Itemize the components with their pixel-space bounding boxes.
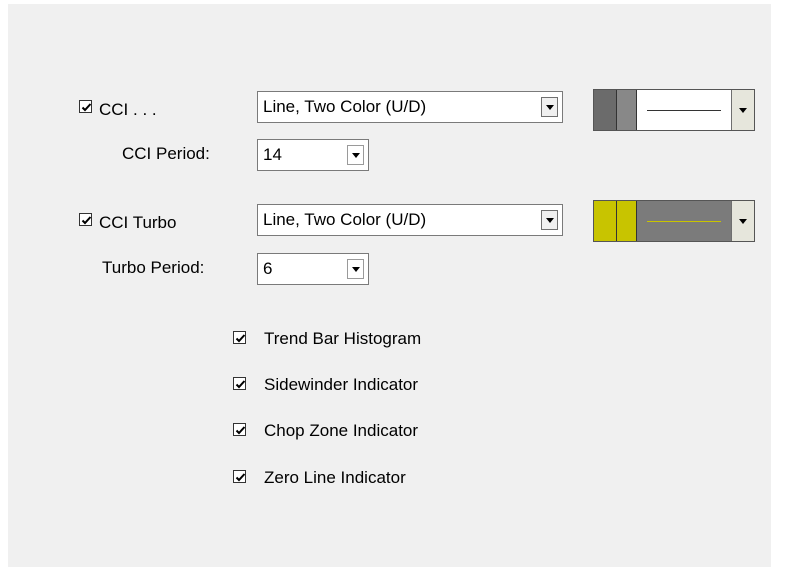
zero-line-indicator-label: Zero Line Indicator bbox=[264, 468, 406, 487]
cci-checkbox[interactable] bbox=[79, 100, 92, 113]
turbo-period-select[interactable]: 6 bbox=[257, 253, 369, 285]
chevron-down-icon bbox=[739, 108, 747, 113]
cci-color-picker[interactable] bbox=[593, 89, 755, 131]
cci-style-value: Line, Two Color (U/D) bbox=[263, 97, 427, 116]
cci-period-value: 14 bbox=[263, 145, 282, 164]
turbo-style-select[interactable]: Line, Two Color (U/D) bbox=[257, 204, 563, 236]
chevron-down-icon bbox=[545, 105, 554, 110]
cci-down-color-cell[interactable] bbox=[617, 90, 637, 130]
cci-period-label: CCI Period: bbox=[122, 144, 210, 163]
turbo-line-sample bbox=[647, 221, 721, 222]
cci-color-dropdown-button[interactable] bbox=[731, 90, 754, 130]
chevron-down-icon bbox=[351, 267, 360, 272]
chop-zone-indicator-label: Chop Zone Indicator bbox=[264, 421, 419, 440]
cci-line-preview bbox=[637, 90, 731, 130]
turbo-style-value: Line, Two Color (U/D) bbox=[263, 210, 427, 229]
turbo-label: CCI Turbo bbox=[99, 213, 177, 232]
chevron-down-icon bbox=[545, 218, 554, 223]
chop-zone-indicator-checkbox[interactable] bbox=[233, 423, 246, 436]
turbo-period-value: 6 bbox=[263, 259, 273, 278]
trend-bar-histogram-label: Trend Bar Histogram bbox=[264, 329, 422, 348]
cci-style-select[interactable]: Line, Two Color (U/D) bbox=[257, 91, 563, 123]
cci-line-sample bbox=[647, 110, 721, 111]
turbo-checkbox[interactable] bbox=[79, 213, 92, 226]
chevron-down-icon bbox=[351, 153, 360, 158]
turbo-period-dropdown-button[interactable] bbox=[347, 259, 364, 279]
chevron-down-icon bbox=[739, 219, 747, 224]
turbo-line-preview bbox=[637, 201, 731, 241]
cci-style-dropdown-button[interactable] bbox=[541, 97, 558, 117]
trend-bar-histogram-checkbox[interactable] bbox=[233, 331, 246, 344]
cci-period-dropdown-button[interactable] bbox=[347, 145, 364, 165]
sidewinder-indicator-label: Sidewinder Indicator bbox=[264, 375, 419, 394]
turbo-color-dropdown-button[interactable] bbox=[731, 201, 754, 241]
cci-up-color-cell[interactable] bbox=[594, 90, 617, 130]
sidewinder-indicator-checkbox[interactable] bbox=[233, 377, 246, 390]
cci-period-select[interactable]: 14 bbox=[257, 139, 369, 171]
turbo-style-dropdown-button[interactable] bbox=[541, 210, 558, 230]
zero-line-indicator-checkbox[interactable] bbox=[233, 470, 246, 483]
turbo-color-picker[interactable] bbox=[593, 200, 755, 242]
cci-label: CCI . . . bbox=[99, 100, 157, 119]
turbo-period-label: Turbo Period: bbox=[102, 258, 205, 277]
turbo-up-color-cell[interactable] bbox=[594, 201, 617, 241]
turbo-down-color-cell[interactable] bbox=[617, 201, 637, 241]
